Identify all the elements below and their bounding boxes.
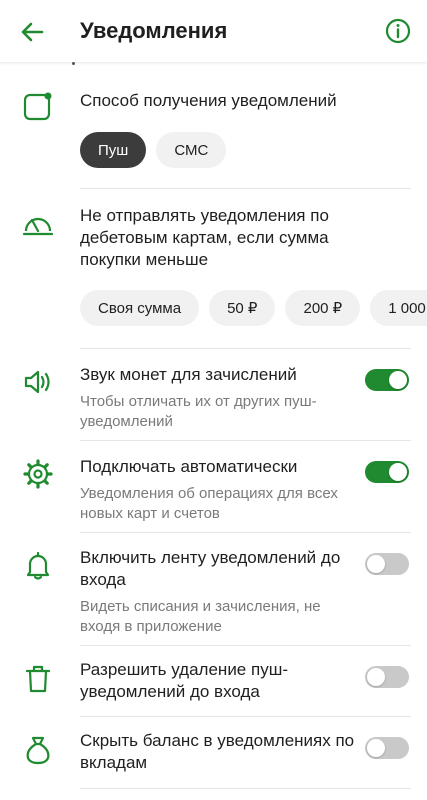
gear-icon — [18, 454, 58, 494]
money-bag-icon — [18, 730, 58, 770]
setting-subtitle: Чтобы отличать их от других пуш-уведомле… — [80, 393, 317, 430]
setting-delete-push: Разрешить удаление пуш-уведомлений до вх… — [80, 659, 357, 703]
gauge-icon — [18, 202, 58, 242]
info-button[interactable] — [383, 16, 413, 46]
page-title: Уведомления — [80, 18, 228, 43]
delivery-section: Способ получения уведомлений — [80, 90, 411, 112]
divider — [80, 645, 411, 646]
setting-title: Скрыть баланс в уведомлениях по вкладам — [80, 731, 355, 772]
toggle-delete-push[interactable] — [365, 666, 409, 688]
setting-feed-before-login: Включить ленту уведомлений до входа Виде… — [80, 547, 357, 637]
divider — [80, 348, 411, 349]
delivery-options: Пуш СМС — [80, 132, 227, 168]
toggle-hide-balance[interactable] — [365, 737, 409, 759]
arrow-left-icon — [21, 22, 44, 42]
setting-hide-balance: Скрыть баланс в уведомлениях по вкладам — [80, 730, 357, 774]
back-button[interactable] — [16, 16, 48, 48]
toggle-knob — [367, 739, 385, 757]
threshold-title: Не отправлять уведомления по дебетовым к… — [80, 206, 329, 269]
threshold-option-1000[interactable]: 1 000 ₽ — [370, 290, 427, 326]
delivery-option-push[interactable]: Пуш — [80, 132, 147, 168]
divider — [80, 716, 411, 717]
divider — [80, 788, 411, 789]
delivery-title: Способ получения уведомлений — [80, 91, 337, 110]
setting-subtitle: Уведомления об операциях для всех новых … — [80, 485, 338, 522]
setting-title: Включить ленту уведомлений до входа — [80, 548, 341, 589]
notifications-screen: Уведомления Способ получения уведомлений… — [0, 0, 427, 800]
divider — [80, 188, 411, 189]
toggle-knob — [367, 668, 385, 686]
setting-coin-sound: Звук монет для зачислений Чтобы отличать… — [80, 364, 357, 432]
threshold-option-50[interactable]: 50 ₽ — [209, 290, 276, 326]
settings-list: Способ получения уведомлений Пуш СМС Не … — [0, 62, 427, 800]
scroll-marker — [72, 62, 75, 65]
rounded-square-icon — [18, 86, 58, 126]
toggle-auto-connect[interactable] — [365, 461, 409, 483]
setting-title: Подключать автоматически — [80, 457, 298, 476]
threshold-section: Не отправлять уведомления по дебетовым к… — [80, 205, 367, 271]
divider — [80, 532, 411, 533]
app-header: Уведомления — [0, 0, 427, 62]
toggle-feed-before-login[interactable] — [365, 553, 409, 575]
setting-title: Разрешить удаление пуш-уведомлений до вх… — [80, 660, 288, 701]
speaker-icon — [18, 362, 58, 402]
toggle-knob — [367, 555, 385, 573]
threshold-option-200[interactable]: 200 ₽ — [285, 290, 361, 326]
bell-icon — [18, 546, 58, 586]
toggle-knob — [389, 371, 407, 389]
threshold-option-custom[interactable]: Своя сумма — [80, 290, 200, 326]
setting-subtitle: Видеть списания и зачисления, не входя в… — [80, 598, 321, 635]
info-icon — [385, 18, 411, 44]
toggle-knob — [389, 463, 407, 481]
delivery-option-sms[interactable]: СМС — [156, 132, 227, 168]
threshold-options: Своя сумма 50 ₽ 200 ₽ 1 000 ₽ — [80, 290, 427, 326]
setting-title: Звук монет для зачислений — [80, 365, 297, 384]
trash-icon — [18, 659, 58, 699]
toggle-coin-sound[interactable] — [365, 369, 409, 391]
divider — [80, 440, 411, 441]
setting-auto-connect: Подключать автоматически Уведомления об … — [80, 456, 357, 524]
